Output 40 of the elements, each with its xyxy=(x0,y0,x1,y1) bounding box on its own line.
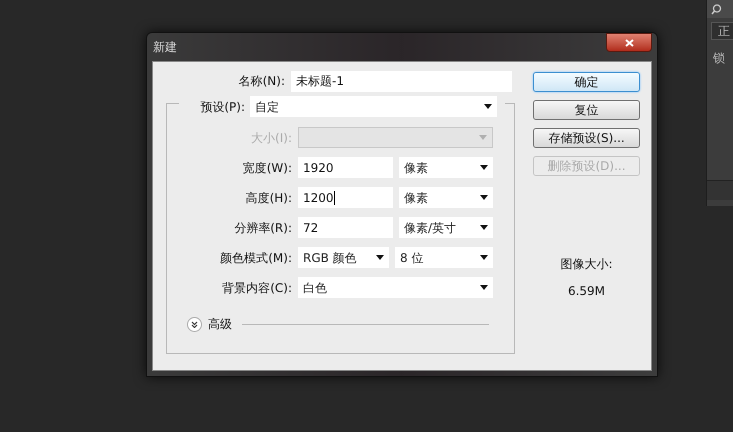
search-icon[interactable] xyxy=(711,4,722,14)
dropdown-arrow-icon xyxy=(484,104,492,109)
dropdown-select[interactable]: 自定 xyxy=(250,96,497,117)
window-title: 新建 xyxy=(152,39,177,56)
close-button[interactable] xyxy=(606,33,652,52)
dropdown-select[interactable]: 像素 xyxy=(399,187,493,208)
dropdown-arrow-icon xyxy=(480,255,488,260)
text-field[interactable]: 72 xyxy=(298,217,393,238)
advanced-label: 高级 xyxy=(208,316,232,333)
field-label: 颜色模式(M): xyxy=(219,250,293,266)
dialog-button[interactable]: 复位 xyxy=(533,100,640,120)
dropdown-arrow-icon xyxy=(479,135,487,140)
text-field[interactable]: 1200 xyxy=(298,187,393,208)
dropdown-select[interactable]: 像素/英寸 xyxy=(399,217,493,238)
dropdown-select[interactable]: 8 位 xyxy=(395,247,493,268)
image-size-value: 6.59M xyxy=(568,283,606,300)
dropdown-arrow-icon xyxy=(376,255,384,260)
dropdown-select[interactable]: 白色 xyxy=(298,277,493,298)
dropdown-arrow-icon xyxy=(480,225,488,230)
dropdown-select[interactable]: RGB 颜色 xyxy=(298,247,389,268)
lock-label: 锁 xyxy=(713,50,725,67)
chevron-double-icon xyxy=(191,320,198,328)
field-label: 高度(H): xyxy=(244,190,293,206)
dialog-button[interactable]: 确定 xyxy=(533,72,640,92)
dropdown-select[interactable]: 像素 xyxy=(399,157,493,178)
field-label: 分辨率(R): xyxy=(233,220,293,236)
dropdown-arrow-icon xyxy=(480,195,488,200)
close-icon xyxy=(624,38,634,46)
text-field[interactable]: 1920 xyxy=(298,157,393,178)
field-label: 名称(N): xyxy=(238,73,286,90)
field-label: 预设(P): xyxy=(199,98,246,116)
dropdown-arrow-icon xyxy=(480,285,488,290)
field-label: 大小(I): xyxy=(250,130,293,146)
field-label: 宽度(W): xyxy=(242,160,293,176)
field-label: 背景内容(C): xyxy=(221,280,293,296)
expand-toggle[interactable] xyxy=(187,316,202,332)
text-field[interactable]: 未标题-1 xyxy=(291,70,512,92)
image-size-label: 图像大小: xyxy=(560,256,613,273)
dropdown-arrow-icon xyxy=(480,165,488,170)
dialog-button[interactable]: 存储预设(S)... xyxy=(533,128,640,148)
